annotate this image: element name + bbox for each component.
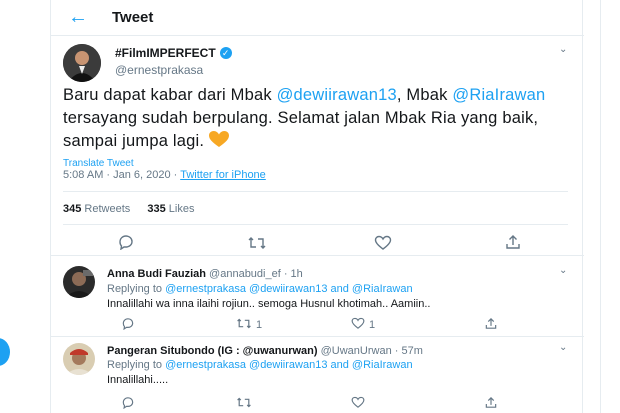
compose-fab-edge[interactable] xyxy=(0,338,10,366)
retweet-button[interactable]: 1 xyxy=(236,317,262,333)
page-header: ← Tweet xyxy=(51,0,584,36)
like-icon xyxy=(351,317,365,333)
like-icon[interactable] xyxy=(351,396,365,409)
replying-to: Replying to @ernestprakasa @dewiirawan13… xyxy=(107,359,413,371)
tweet-detail-column: ← Tweet #FilmIMPERFECT ✓ @ernestprakasa … xyxy=(50,0,584,413)
retweet-icon[interactable] xyxy=(236,396,252,409)
tweet-stats: 345 Retweets 335 Likes xyxy=(63,203,194,215)
divider xyxy=(63,224,568,225)
mention-link[interactable]: @dewiirawan13 xyxy=(277,86,397,104)
orange-heart-emoji-icon xyxy=(208,130,230,147)
chevron-down-icon[interactable]: ⌄ xyxy=(559,44,567,55)
like-icon[interactable] xyxy=(374,235,392,251)
share-icon[interactable] xyxy=(484,317,498,330)
translate-tweet-link[interactable]: Translate Tweet xyxy=(63,158,134,169)
likes-stat[interactable]: 335 Likes xyxy=(147,203,194,215)
back-arrow-icon[interactable]: ← xyxy=(67,6,89,28)
author-handle[interactable]: @ernestprakasa xyxy=(115,63,203,77)
share-icon[interactable] xyxy=(484,396,498,409)
chevron-down-icon[interactable]: ⌄ xyxy=(559,265,567,276)
right-sidebar-edge xyxy=(600,0,620,413)
chevron-down-icon[interactable]: ⌄ xyxy=(559,342,567,353)
like-count: 1 xyxy=(369,319,376,331)
retweet-icon[interactable] xyxy=(247,235,267,251)
divider xyxy=(63,191,568,192)
reply-text: Innalillahi..... xyxy=(107,374,169,386)
retweet-count: 1 xyxy=(256,319,263,331)
avatar[interactable] xyxy=(63,44,101,82)
reply-icon[interactable] xyxy=(121,396,135,409)
tweet-source-link[interactable]: Twitter for iPhone xyxy=(180,169,266,181)
mention-link[interactable]: @RiaIrawan xyxy=(452,86,545,104)
replying-to: Replying to @ernestprakasa @dewiirawan13… xyxy=(107,283,413,295)
tweet-timestamp: 5:08 AM · Jan 6, 2020 · Twitter for iPho… xyxy=(63,169,266,181)
reply-icon[interactable] xyxy=(121,317,135,330)
retweets-stat[interactable]: 345 Retweets xyxy=(63,203,130,215)
reply-author[interactable]: Pangeran Situbondo (IG : @uwanurwan) @Uw… xyxy=(107,345,423,357)
share-icon[interactable] xyxy=(504,234,522,250)
reply-author[interactable]: Anna Budi Fauziah @annabudi_ef · 1h xyxy=(107,268,303,280)
reply-text: Innalillahi wa inna ilaihi rojiun.. semo… xyxy=(107,298,431,310)
avatar[interactable] xyxy=(63,343,95,375)
page-title: Tweet xyxy=(112,9,154,26)
reply-icon[interactable] xyxy=(117,234,135,250)
tweet-text: Baru dapat kabar dari Mbak @dewiirawan13… xyxy=(63,86,546,150)
author-name[interactable]: #FilmIMPERFECT ✓ xyxy=(115,46,232,60)
divider xyxy=(51,255,584,256)
divider xyxy=(51,336,584,337)
like-button[interactable]: 1 xyxy=(351,317,375,333)
avatar[interactable] xyxy=(63,266,95,298)
verified-badge-icon: ✓ xyxy=(219,47,232,59)
retweet-icon xyxy=(236,317,252,333)
